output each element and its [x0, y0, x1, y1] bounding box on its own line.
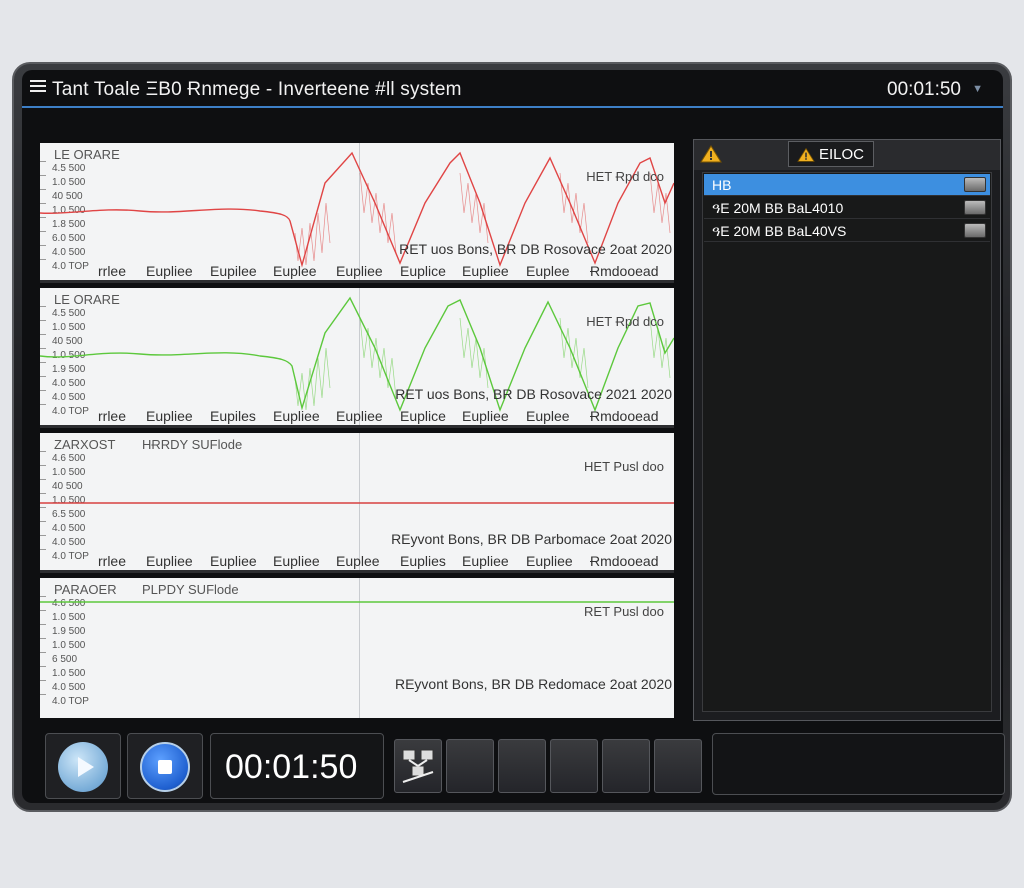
device-frame: Tant Toale ΞΒ0 Ɍnmege - Inverteene #ll s… — [12, 62, 1012, 812]
device-list-panel: EILOC HB ዓE 20M ΒB ΒaL4010 ዓE 20M ΒB ΒaL… — [693, 139, 1001, 721]
list-item[interactable]: HB — [704, 174, 990, 196]
toolbar-slot-button[interactable] — [602, 739, 650, 793]
eiloc-button-label: EILOC — [819, 146, 865, 163]
play-button[interactable] — [45, 733, 121, 799]
green-baseline-trace — [40, 601, 674, 603]
elapsed-time: 00:01:50 — [225, 748, 358, 786]
x-tick-label: Ɍmdooead — [590, 408, 659, 424]
x-tick-label: Ɍmdooead — [590, 263, 659, 279]
panel-right-label: RET Pusl doo — [584, 604, 664, 619]
x-tick-label: Euplee — [526, 263, 570, 279]
panel-status: REyvont Bons, BR DB Redomace 2oat 2020 — [394, 676, 672, 692]
x-tick-label: Eupliee — [146, 263, 193, 279]
x-axis-labels: rrlee Eupliee Eupliee Eupliee Euplee Eup… — [40, 553, 674, 570]
x-tick-label: Eupliee — [146, 408, 193, 424]
x-tick-label: Euplies — [400, 553, 446, 569]
toolbar-slot-button[interactable] — [446, 739, 494, 793]
x-tick-label: Eupliee — [273, 553, 320, 569]
panel-right-label: HET Pusl doo — [584, 459, 664, 474]
status-display — [712, 733, 1005, 795]
panel-status: REyvont Bons, BR DB Parbomace 2oat 2020 — [391, 531, 672, 547]
network-tool-icon — [402, 749, 434, 783]
x-tick-label: Euplee — [526, 408, 570, 424]
x-tick-label: Eupilee — [210, 263, 257, 279]
x-tick-label: Eupliee — [462, 408, 509, 424]
list-item[interactable]: ዓE 20M ΒB ΒaL4010 — [704, 197, 990, 219]
red-baseline-trace — [40, 502, 674, 504]
hamburger-menu-icon[interactable] — [30, 80, 46, 92]
chart-stack: LE ORARE 4.5 500 1.0 500 40 500 1.0 500 … — [40, 143, 674, 719]
x-tick-label: Euplee — [336, 553, 380, 569]
x-tick-label: Eupliee — [336, 408, 383, 424]
x-axis-labels: rrlee Eupliee Eupilee Euplee Eupliee Eup… — [40, 263, 674, 280]
eiloc-button[interactable]: EILOC — [788, 141, 874, 167]
x-axis-labels: rrlee Eupliee Eupiles Eupliee Eupliee Eu… — [40, 408, 674, 425]
green-waveform — [40, 296, 674, 413]
warning-icon[interactable] — [700, 144, 724, 166]
panel-right-label: HET Ɍpd dco — [586, 169, 664, 184]
x-tick-label: Eupliee — [336, 263, 383, 279]
list-item[interactable]: ዓE 20M ΒB ΒaL40VS — [704, 220, 990, 242]
x-tick-label: Eupliee — [462, 553, 509, 569]
title-divider — [22, 106, 1003, 108]
stop-button[interactable] — [127, 733, 203, 799]
screen: Tant Toale ΞΒ0 Ɍnmege - Inverteene #ll s… — [22, 70, 1005, 803]
control-bar: 00:01:50 — [32, 727, 1005, 799]
panel-status: RET uos Bons, BR DB Rosovace 2021 2020 — [395, 386, 672, 402]
list-item-label: HB — [712, 177, 732, 193]
warning-icon — [797, 147, 815, 162]
x-tick-label: rrlee — [98, 263, 127, 279]
x-tick-label: Eupiles — [210, 408, 256, 424]
x-tick-label: Eupliee — [210, 553, 257, 569]
device-list-header: EILOC — [694, 140, 1000, 170]
header-clock: 00:01:50 — [887, 79, 961, 100]
x-tick-label: Eupliee — [273, 408, 320, 424]
toggle-button[interactable] — [964, 200, 986, 215]
x-tick-label: Ɍmdooead — [590, 553, 659, 569]
waveform-panel-3[interactable]: ZARXOST HɌRDY SUFlode 4.6 500 1.0 500 40… — [40, 433, 674, 573]
title-bar: Tant Toale ΞΒ0 Ɍnmege - Inverteene #ll s… — [22, 70, 1003, 106]
toggle-button[interactable] — [964, 223, 986, 238]
x-tick-label: Euplice — [400, 408, 446, 424]
x-tick-label: Eupliee — [462, 263, 509, 279]
elapsed-time-display: 00:01:50 — [210, 733, 384, 799]
device-list: HB ዓE 20M ΒB ΒaL4010 ዓE 20M ΒB ΒaL40VS — [702, 172, 992, 712]
list-item-label: ዓE 20M ΒB ΒaL40VS — [712, 223, 847, 239]
waveform-panel-4[interactable]: PARAOER PLPDY SUFlode 4.6 500 1.0 500 1.… — [40, 578, 674, 718]
toolbar-slot-button[interactable] — [550, 739, 598, 793]
toggle-button[interactable] — [964, 177, 986, 192]
toolbar-slot-button[interactable] — [654, 739, 702, 793]
network-tool-button[interactable] — [394, 739, 442, 793]
toolbar-slot-button[interactable] — [498, 739, 546, 793]
red-waveform — [40, 151, 674, 268]
x-tick-label: Eupliee — [526, 553, 573, 569]
play-icon — [58, 742, 108, 792]
panel-right-label: HET Ɍpd dco — [586, 314, 664, 329]
x-tick-label: rrlee — [98, 553, 127, 569]
chevron-down-icon[interactable]: ▼ — [972, 83, 983, 95]
list-item-label: ዓE 20M ΒB ΒaL4010 — [712, 200, 844, 216]
x-tick-label: Euplee — [273, 263, 317, 279]
x-tick-label: Euplice — [400, 263, 446, 279]
x-tick-label: rrlee — [98, 408, 127, 424]
waveform-panel-1[interactable]: LE ORARE 4.5 500 1.0 500 40 500 1.0 500 … — [40, 143, 674, 283]
stop-icon — [140, 742, 190, 792]
x-tick-label: Eupliee — [146, 553, 193, 569]
panel-status: RET uos Bons, BR DB Rosovace 2oat 2020 — [399, 241, 672, 257]
waveform-panel-2[interactable]: LE ORARE 4.5 500 1.0 500 40 500 1.0 500 … — [40, 288, 674, 428]
app-title: Tant Toale ΞΒ0 Ɍnmege - Inverteene #ll s… — [52, 79, 462, 100]
